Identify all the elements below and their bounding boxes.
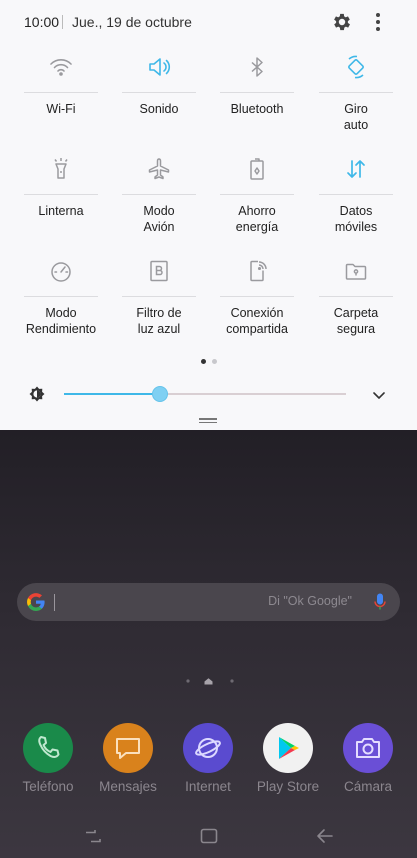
hotspot-icon [250,260,267,282]
tile-performance[interactable]: Modo Rendimiento [12,258,110,337]
divider [122,194,196,195]
camera-icon [356,738,380,758]
tile-label: Modo Rendimiento [25,306,97,336]
tile-sound[interactable]: Sonido [110,54,208,117]
app-label: Cámara [343,779,392,794]
phone-icon [38,736,60,758]
tile-label: Giro auto [343,102,369,132]
tile-airplane[interactable]: Modo Avión [110,156,208,235]
panel-drag-handle[interactable] [199,418,217,423]
tile-bluetooth[interactable]: Bluetooth [208,54,306,117]
performance-icon [51,262,71,282]
brightness-icon [29,386,45,402]
divider [24,296,98,297]
divider [220,296,294,297]
battery-saver-icon [250,158,264,180]
tile-blue-light[interactable]: Filtro de luz azul [110,258,208,337]
auto-rotate-icon [348,55,364,79]
bluetooth-icon [251,57,263,77]
back-icon[interactable] [316,828,334,844]
quick-panel: 10:00 Jue., 19 de octubre Wi-Fi Sonido B… [0,0,417,430]
gear-icon[interactable] [331,11,353,33]
search-placeholder: Di "Ok Google" [268,594,352,608]
clock: 10:00 [24,14,60,30]
slider-fill [64,393,160,395]
mobile-data-icon [347,160,365,178]
text-caret [54,594,55,611]
divider [319,92,393,93]
tile-label: Filtro de luz azul [136,306,182,336]
app-play-store[interactable]: Play Store [248,723,328,794]
app-label: Play Store [256,779,320,794]
tile-label: Datos móviles [334,204,378,234]
google-icon [27,593,45,611]
message-icon [116,738,140,759]
home-icon[interactable] [200,828,218,844]
secure-folder-icon [345,263,367,280]
app-label: Mensajes [99,779,157,794]
mic-icon[interactable] [374,593,386,611]
tile-wifi[interactable]: Wi-Fi [12,54,110,117]
google-search-bar[interactable]: Di "Ok Google" [17,583,400,621]
volume-icon [149,58,171,76]
tile-secure-folder[interactable]: Carpeta segura [307,258,405,337]
tile-label: Modo Avión [143,204,175,234]
tile-label: Carpeta segura [333,306,379,336]
app-icon-bg [343,723,393,773]
divider [24,194,98,195]
tile-label: Bluetooth [230,102,284,116]
divider [319,296,393,297]
status-bar: 10:00 Jue., 19 de octubre [0,0,417,44]
app-messages[interactable]: Mensajes [88,723,168,794]
tile-flashlight[interactable]: Linterna [12,156,110,219]
internet-icon [195,738,221,758]
app-phone[interactable]: Teléfono [8,723,88,794]
home-screen: Di "Ok Google" Teléfono Mensajes Interne… [0,430,417,858]
divider [220,194,294,195]
tile-hotspot[interactable]: Conexión compartida [208,258,306,337]
divider [319,194,393,195]
wifi-icon [50,59,72,76]
chevron-down-icon[interactable] [371,387,387,403]
app-label: Teléfono [22,779,74,794]
page-indicator [0,359,417,364]
blue-light-icon [150,260,168,282]
tile-label: Ahorro energía [235,204,279,234]
divider [122,92,196,93]
tile-label: Linterna [38,204,84,218]
tile-label: Sonido [139,102,179,116]
recents-icon[interactable] [84,828,102,844]
divider [62,15,63,29]
more-vert-icon[interactable] [370,11,386,33]
slider-thumb[interactable] [151,386,168,402]
app-icon-bg [23,723,73,773]
flashlight-icon [54,158,68,179]
app-label: Internet [185,779,231,794]
tile-mobile-data[interactable]: Datos móviles [307,156,405,235]
divider [220,92,294,93]
app-icon-bg [103,723,153,773]
brightness-slider[interactable] [64,386,346,402]
date[interactable]: Jue., 19 de octubre [72,14,192,30]
page-dot[interactable] [211,359,217,364]
play-store-icon [279,737,299,759]
page-dot-active[interactable] [200,359,206,364]
app-camera[interactable]: Cámara [328,723,408,794]
app-internet[interactable]: Internet [168,723,248,794]
tile-label: Wi-Fi [46,102,76,116]
tile-battery-saver[interactable]: Ahorro energía [208,156,306,235]
tile-label: Conexión compartida [226,306,288,336]
app-icon-bg [183,723,233,773]
divider [24,92,98,93]
divider [122,296,196,297]
app-icon-bg [263,723,313,773]
tile-auto-rotate[interactable]: Giro auto [307,54,405,133]
airplane-icon [148,158,170,180]
home-page-indicator [186,678,234,685]
